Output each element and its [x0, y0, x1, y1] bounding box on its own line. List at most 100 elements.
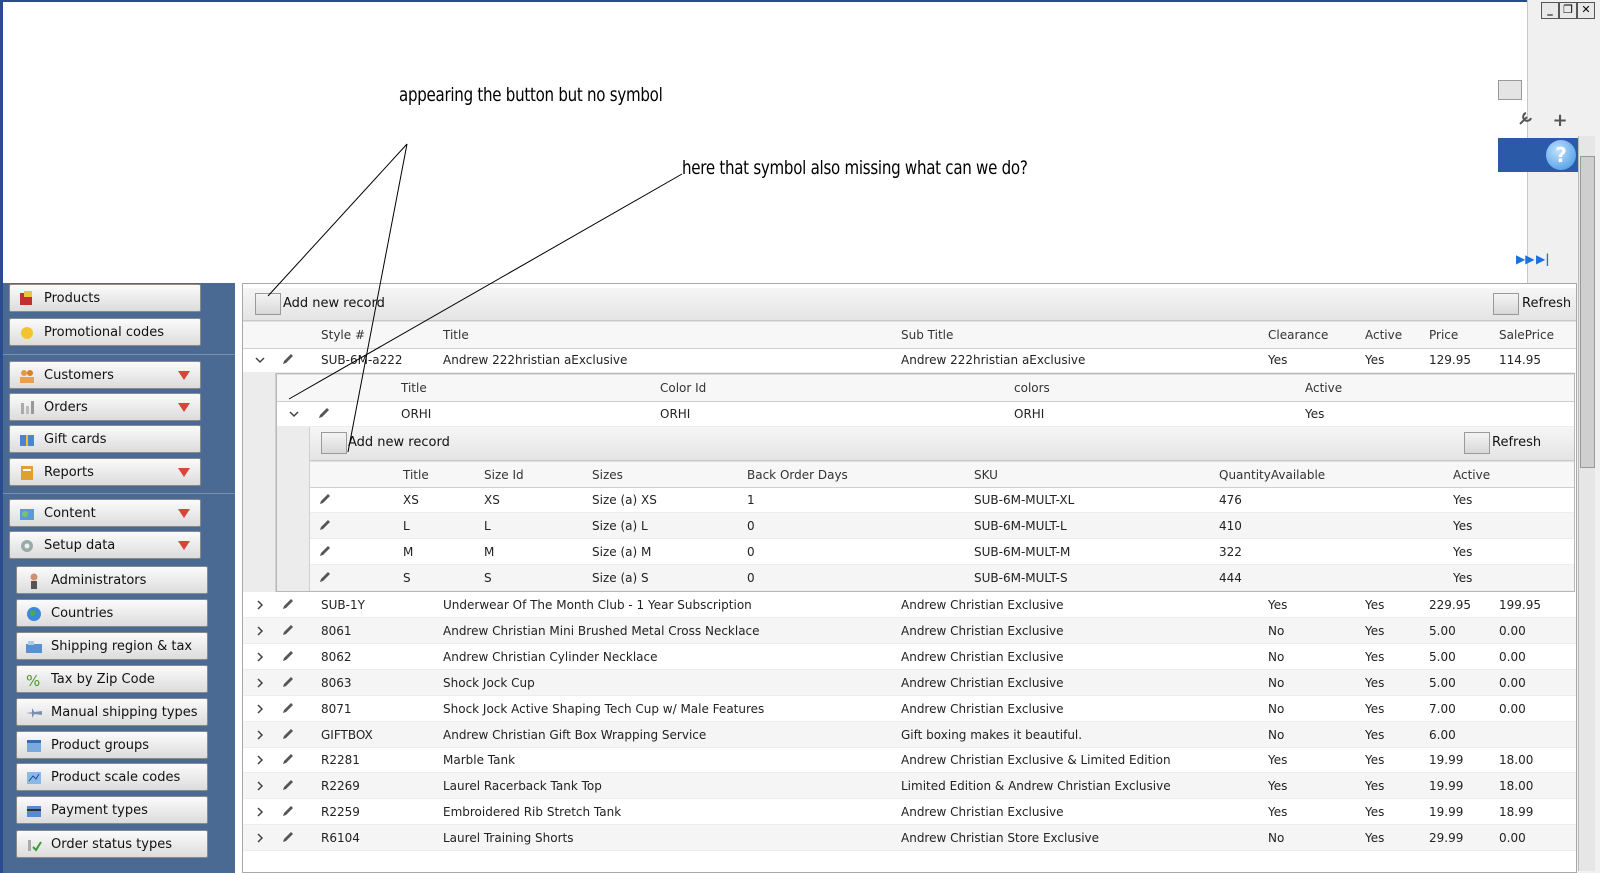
close-button[interactable]: ✕ — [1577, 2, 1595, 19]
edit-pencil-icon[interactable] — [318, 518, 332, 532]
nav-product-groups[interactable]: Product groups — [16, 731, 208, 759]
col-header-colors[interactable]: colors — [1014, 381, 1050, 395]
edit-pencil-icon[interactable] — [281, 752, 295, 766]
size-add-new-record-label[interactable]: Add new record — [348, 435, 450, 450]
table-row[interactable]: 8061 Andrew Christian Mini Brushed Metal … — [243, 618, 1576, 644]
nav-content[interactable]: Content — [9, 499, 201, 527]
expand-arrow-icon[interactable] — [178, 468, 190, 477]
col-header-color-title[interactable]: Title — [401, 381, 427, 395]
size-row[interactable]: L L Size (a) L 0 SUB-6M-MULT-L 410 Yes — [310, 513, 1574, 539]
chevron-right-icon[interactable] — [255, 626, 265, 636]
col-header-subtitle[interactable]: Sub Title — [901, 328, 953, 342]
size-row[interactable]: S S Size (a) S 0 SUB-6M-MULT-S 444 Yes — [310, 565, 1574, 591]
edit-pencil-icon[interactable] — [281, 727, 295, 741]
nav-manual-shipping-types[interactable]: Manual shipping types — [16, 698, 208, 726]
add-new-record-button[interactable] — [255, 293, 281, 315]
edit-pencil-icon[interactable] — [318, 570, 332, 584]
chevron-right-icon[interactable] — [255, 678, 265, 688]
col-header-saleprice[interactable]: SalePrice — [1499, 328, 1554, 342]
help-icon[interactable]: ? — [1546, 140, 1576, 170]
nav-reports[interactable]: Reports — [9, 458, 201, 486]
col-header-back-order-days[interactable]: Back Order Days — [747, 468, 848, 482]
edit-pencil-icon[interactable] — [317, 406, 331, 420]
plus-icon[interactable]: + — [1550, 110, 1570, 131]
add-new-record-label[interactable]: Add new record — [283, 296, 385, 311]
chevron-right-icon[interactable] — [255, 600, 265, 610]
table-row[interactable]: 8062 Andrew Christian Cylinder Necklace An… — [243, 644, 1576, 670]
expand-arrow-icon[interactable] — [178, 371, 190, 380]
nav-customers[interactable]: Customers — [9, 361, 201, 389]
col-header-color-active[interactable]: Active — [1305, 381, 1342, 395]
size-refresh-label[interactable]: Refresh — [1492, 435, 1541, 450]
edit-pencil-icon[interactable] — [318, 492, 332, 506]
chevron-down-icon[interactable] — [255, 355, 265, 365]
chevron-right-icon[interactable] — [255, 807, 265, 817]
nav-order-status-types[interactable]: Order status types — [16, 830, 208, 858]
col-header-price[interactable]: Price — [1429, 328, 1458, 342]
edit-pencil-icon[interactable] — [281, 597, 295, 611]
col-header-color-id[interactable]: Color Id — [660, 381, 706, 395]
restore-button[interactable]: ❐ — [1559, 2, 1577, 19]
nav-gift-cards[interactable]: Gift cards — [9, 425, 201, 453]
nav-product-scale-codes[interactable]: Product scale codes — [16, 763, 208, 791]
col-header-size-id[interactable]: Size Id — [484, 468, 524, 482]
refresh-button[interactable] — [1493, 293, 1519, 315]
nav-promotional-codes[interactable]: Promotional codes — [9, 318, 201, 346]
col-header-clearance[interactable]: Clearance — [1268, 328, 1328, 342]
edit-pencil-icon[interactable] — [281, 675, 295, 689]
expand-arrow-icon[interactable] — [178, 541, 190, 550]
col-header-quantity[interactable]: QuantityAvailable — [1219, 468, 1325, 482]
nav-countries[interactable]: Countries — [16, 599, 208, 627]
toolbar-icon-1[interactable] — [1498, 80, 1522, 100]
wrench-icon[interactable] — [1516, 110, 1534, 128]
edit-pencil-icon[interactable] — [281, 623, 295, 637]
table-row[interactable]: R2259 Embroidered Rib Stretch Tank Andrew … — [243, 799, 1576, 825]
window-scrollbar[interactable] — [1578, 136, 1595, 871]
edit-pencil-icon[interactable] — [318, 544, 332, 558]
next-page-icon[interactable]: ▶▶ — [1516, 252, 1534, 266]
refresh-label[interactable]: Refresh — [1522, 296, 1571, 311]
nav-shipping-region-tax[interactable]: Shipping region & tax — [16, 632, 208, 660]
last-page-icon[interactable]: ▶| — [1536, 252, 1550, 266]
edit-pencil-icon[interactable] — [281, 649, 295, 663]
table-row[interactable]: R6104 Laurel Training Shorts Andrew Christ… — [243, 825, 1576, 851]
size-row[interactable]: XS XS Size (a) XS 1 SUB-6M-MULT-XL 476 Y… — [310, 487, 1574, 513]
edit-pencil-icon[interactable] — [281, 778, 295, 792]
nav-orders[interactable]: Orders — [9, 393, 201, 421]
table-row[interactable]: R2281 Marble Tank Andrew Christian Exclusi… — [243, 747, 1576, 773]
window-scrollbar-thumb[interactable] — [1580, 156, 1595, 468]
chevron-down-icon[interactable] — [289, 409, 299, 419]
table-row[interactable]: 8063 Shock Jock Cup Andrew Christian Exclu… — [243, 670, 1576, 696]
color-row[interactable]: ORHI ORHI ORHI Yes — [277, 401, 1574, 427]
size-row[interactable]: M M Size (a) M 0 SUB-6M-MULT-M 322 Yes — [310, 539, 1574, 565]
edit-pencil-icon[interactable] — [281, 701, 295, 715]
table-row[interactable]: GIFTBOX Andrew Christian Gift Box Wrappin… — [243, 722, 1576, 748]
nav-products[interactable]: Products — [9, 284, 201, 312]
chevron-right-icon[interactable] — [255, 704, 265, 714]
chevron-right-icon[interactable] — [255, 833, 265, 843]
nav-administrators[interactable]: Administrators — [16, 566, 208, 594]
col-header-size-title[interactable]: Title — [403, 468, 429, 482]
col-header-size-active[interactable]: Active — [1453, 468, 1490, 482]
expand-arrow-icon[interactable] — [178, 403, 190, 412]
size-refresh-button[interactable] — [1464, 432, 1490, 454]
nav-payment-types[interactable]: Payment types — [16, 796, 208, 824]
col-header-active[interactable]: Active — [1365, 328, 1402, 342]
table-row[interactable]: R2269 Laurel Racerback Tank Top Limited Ed… — [243, 773, 1576, 799]
col-header-sku[interactable]: SKU — [974, 468, 998, 482]
edit-pencil-icon[interactable] — [281, 804, 295, 818]
expand-arrow-icon[interactable] — [178, 509, 190, 518]
table-row-expanded[interactable]: SUB-6M-a222 Andrew 222hristian aExclusiv… — [243, 347, 1576, 373]
chevron-right-icon[interactable] — [255, 755, 265, 765]
edit-pencil-icon[interactable] — [281, 352, 295, 366]
col-header-title[interactable]: Title — [443, 328, 469, 342]
edit-pencil-icon[interactable] — [281, 830, 295, 844]
minimize-button[interactable]: _ — [1541, 2, 1559, 19]
nav-tax-by-zip-code[interactable]: % Tax by Zip Code — [16, 665, 208, 693]
table-row[interactable]: SUB-1Y Underwear Of The Month Club - 1 Ye… — [243, 592, 1576, 618]
size-add-new-record-button[interactable] — [321, 432, 347, 454]
col-header-style[interactable]: Style # — [321, 328, 365, 342]
table-row[interactable]: 8071 Shock Jock Active Shaping Tech Cup w… — [243, 696, 1576, 722]
col-header-sizes[interactable]: Sizes — [592, 468, 623, 482]
chevron-right-icon[interactable] — [255, 781, 265, 791]
